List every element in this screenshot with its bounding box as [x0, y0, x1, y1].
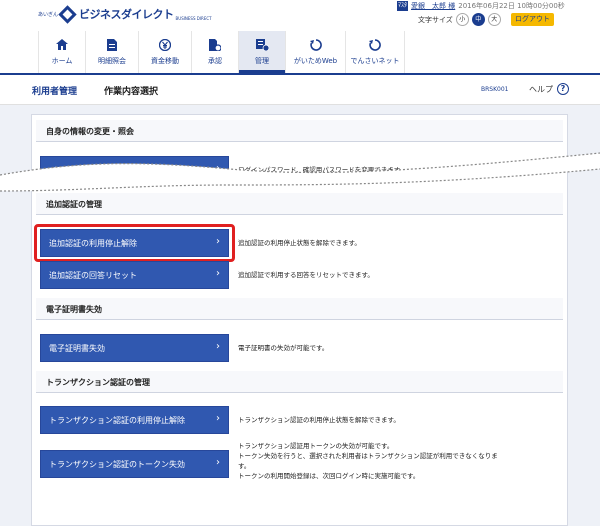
- password-change-button[interactable]: パスワード変更 ›: [40, 156, 229, 184]
- breadcrumb-section: 利用者管理: [32, 87, 78, 97]
- nav-item-densai-net[interactable]: でんさいネット: [345, 31, 405, 73]
- nav-item-admin[interactable]: 管理: [238, 31, 285, 73]
- yen-icon: [159, 38, 172, 51]
- user-role-icon: ﾏｽﾀ: [397, 1, 408, 11]
- document-icon: [106, 38, 119, 51]
- font-size-switcher: 文字サイズ 小 中 大: [418, 13, 501, 26]
- desc-line: す。: [238, 462, 251, 470]
- auth-reset-button[interactable]: 追加認証の回答リセット ›: [40, 261, 229, 289]
- nav-label: 管理: [255, 56, 269, 65]
- desc-line: トークン失効を行うと、選択された利用者はトランザクション認証が利用できなくなりま: [238, 452, 498, 460]
- password-change-desc: ログインパスワード、確認用パスワードを変更できます。: [238, 166, 407, 174]
- densai-icon: [369, 38, 382, 51]
- nav-label: がいためWeb: [293, 56, 338, 65]
- login-timestamp: 2016年06月22日 10時00分00秒: [458, 2, 565, 10]
- cert-revoke-desc: 電子証明書の失効が可能です。: [238, 344, 329, 352]
- nav-item-approval[interactable]: 承認: [191, 31, 238, 73]
- chevron-right-icon: ›: [216, 163, 220, 174]
- nav-label: 承認: [208, 56, 222, 65]
- cert-revoke-button[interactable]: 電子証明書失効 ›: [40, 334, 229, 362]
- home-icon: [56, 39, 69, 51]
- chevron-right-icon: ›: [216, 457, 220, 468]
- section-heading-self-info: 自身の情報の変更・照会: [36, 120, 563, 142]
- global-nav: ホーム 明細照会 資金移動 承認 管理 がいためWeb でんさいネット: [0, 31, 600, 73]
- button-label: トランザクション認証の利用停止解除: [49, 415, 185, 425]
- forex-icon: [309, 38, 322, 51]
- help-link[interactable]: ヘルプ ?: [529, 83, 569, 95]
- help-label: ヘルプ: [529, 84, 553, 94]
- font-size-small-button[interactable]: 小: [455, 13, 469, 26]
- nav-item-gaitame-web[interactable]: がいためWeb: [285, 31, 345, 73]
- page-title: 作業内容選択: [104, 87, 159, 97]
- tx-unlock-desc: トランザクション認証の利用停止状態を解除できます。: [238, 416, 400, 424]
- logout-button[interactable]: ログアウト: [511, 13, 554, 26]
- font-size-large-button[interactable]: 大: [487, 13, 501, 26]
- tx-token-revoke-button[interactable]: トランザクション認証のトークン失効 ›: [40, 450, 229, 478]
- button-label: トランザクション認証のトークン失効: [49, 459, 185, 469]
- help-icon: ?: [557, 83, 569, 95]
- chevron-right-icon: ›: [216, 413, 220, 424]
- font-size-medium-button[interactable]: 中: [471, 13, 485, 26]
- button-label: パスワード変更: [49, 165, 105, 175]
- nav-item-transfer[interactable]: 資金移動: [138, 31, 191, 73]
- logo-subtitle: BUSINESS DIRECT: [175, 15, 212, 21]
- nav-label: ホーム: [51, 56, 73, 65]
- tx-unlock-button[interactable]: トランザクション認証の利用停止解除 ›: [40, 406, 229, 434]
- chevron-right-icon: ›: [216, 341, 220, 352]
- font-size-label: 文字サイズ: [418, 15, 453, 24]
- chevron-right-icon: ›: [216, 268, 220, 279]
- section-heading-transaction-auth: トランザクション認証の管理: [36, 371, 563, 393]
- button-label: 追加認証の回答リセット: [49, 270, 137, 280]
- button-label: 電子証明書失効: [49, 343, 105, 353]
- logo-bank-name: あいぎん: [38, 11, 59, 18]
- screen-id: BRSK001: [481, 86, 509, 93]
- tx-token-revoke-desc: トランザクション認証用トークンの失効が可能です。 トークン失効を行うと、選択され…: [238, 441, 558, 481]
- logo[interactable]: あいぎん ビジネスダイレクト BUSINESS DIRECT: [38, 4, 212, 24]
- section-heading-certificate: 電子証明書失効: [36, 298, 563, 320]
- nav-item-statements[interactable]: 明細照会: [85, 31, 138, 73]
- user-name-link[interactable]: 愛銀 太郎 様: [411, 1, 455, 11]
- admin-icon: [255, 38, 269, 51]
- desc-line: トークンの利用開始登録は、次回ログイン時に実施可能です。: [238, 472, 420, 480]
- nav-label: 資金移動: [151, 56, 179, 65]
- desc-line: トランザクション認証用トークンの失効が可能です。: [238, 442, 394, 450]
- auth-reset-desc: 追加認証で利用する回答をリセットできます。: [238, 271, 374, 279]
- logo-mark-icon: [58, 4, 77, 24]
- user-info: ﾏｽﾀ 愛銀 太郎 様 2016年06月22日 10時00分00秒: [397, 1, 565, 11]
- page-header-bar: 利用者管理 作業内容選択 BRSK001 ヘルプ ?: [0, 73, 600, 105]
- section-heading-additional-auth: 追加認証の管理: [36, 193, 563, 215]
- nav-label: でんさいネット: [350, 56, 400, 65]
- logo-text: ビジネスダイレクト: [79, 8, 174, 21]
- nav-item-home[interactable]: ホーム: [38, 31, 85, 73]
- header: あいぎん ビジネスダイレクト BUSINESS DIRECT ﾏｽﾀ 愛銀 太郎…: [0, 0, 600, 31]
- highlight-frame: [34, 224, 235, 262]
- nav-label: 明細照会: [98, 56, 126, 65]
- auth-unlock-desc: 追加認証の利用停止状態を解除できます。: [238, 239, 361, 247]
- approval-icon: [209, 38, 222, 51]
